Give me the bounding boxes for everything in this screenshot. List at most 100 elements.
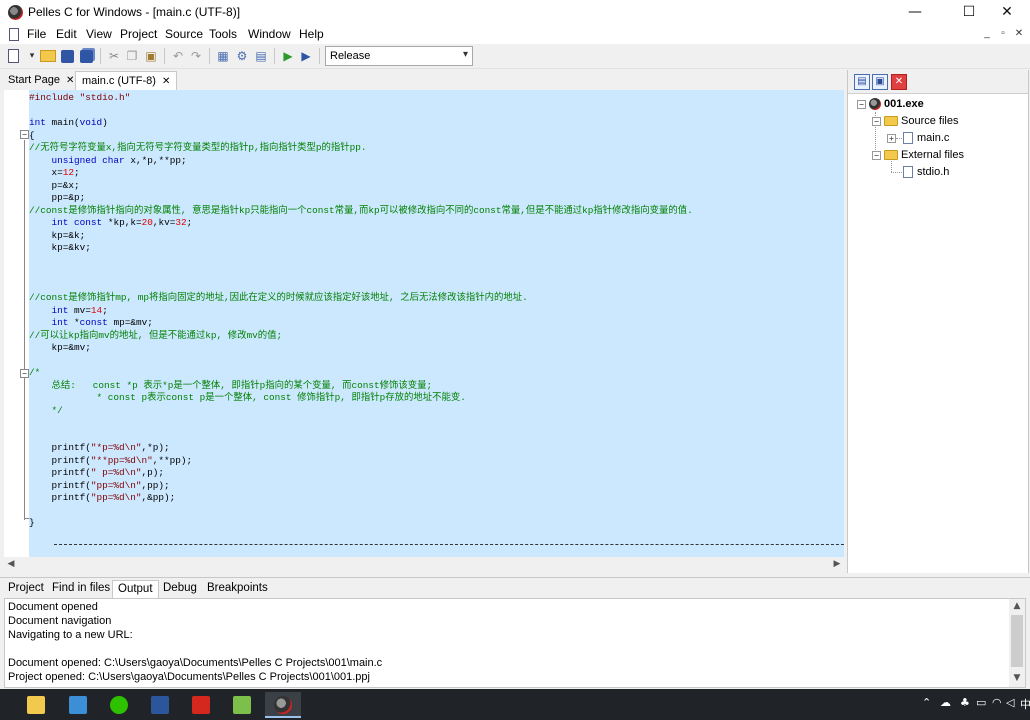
close-icon[interactable]: ✕: [66, 75, 74, 86]
code-line[interactable]: //可以让kp指向mv的地址, 但是不能通过kp, 修改mv的值;: [29, 330, 693, 343]
tree-folder-external[interactable]: External files: [884, 149, 964, 161]
taskbar-control-panel[interactable]: [60, 692, 96, 718]
source-code[interactable]: #include "stdio.h" int main(void){//无符号字符…: [29, 92, 693, 530]
code-line[interactable]: kp=&mv;: [29, 342, 693, 355]
menu-project[interactable]: Project: [120, 27, 157, 41]
code-line[interactable]: #include "stdio.h": [29, 92, 693, 105]
add-files-icon[interactable]: ▣: [872, 74, 888, 90]
close-icon[interactable]: ✕: [162, 76, 170, 87]
tab-breakpoints[interactable]: Breakpoints: [202, 580, 273, 599]
code-line[interactable]: kp=&kv;: [29, 242, 693, 255]
taskbar-file-explorer[interactable]: [18, 692, 54, 718]
menu-window[interactable]: Window: [248, 27, 291, 41]
menu-tools[interactable]: Tools: [209, 27, 237, 41]
redo-icon[interactable]: ↷: [188, 48, 204, 64]
code-line[interactable]: x=12;: [29, 167, 693, 180]
code-line[interactable]: /*: [29, 367, 693, 380]
tree-collapse-icon[interactable]: −: [857, 100, 866, 109]
code-line[interactable]: //const是修饰指针mp, mp将指向固定的地址,因此在定义的时候就应该指定…: [29, 292, 693, 305]
code-line[interactable]: printf("**pp=%d\n",**pp);: [29, 455, 693, 468]
save-icon[interactable]: [61, 50, 74, 63]
tab-start-page[interactable]: Start Page ✕: [2, 71, 80, 90]
cut-icon[interactable]: ✂: [106, 48, 122, 64]
code-line[interactable]: p=&x;: [29, 180, 693, 193]
taskbar-notepad[interactable]: [224, 692, 260, 718]
close-button[interactable]: ✕: [984, 0, 1030, 25]
document-icon[interactable]: [9, 28, 19, 41]
code-line[interactable]: [29, 505, 693, 518]
code-line[interactable]: 总结: const *p 表示*p是一个整体, 即指针p指向的某个变量, 而co…: [29, 380, 693, 393]
code-line[interactable]: printf("pp=%d\n",&pp);: [29, 492, 693, 505]
network-icon[interactable]: ▭: [976, 696, 986, 709]
properties-icon[interactable]: ▤: [854, 74, 870, 90]
code-line[interactable]: * const p表示const p是一个整体, const 修饰指针p, 即指…: [29, 392, 693, 405]
code-line[interactable]: [29, 355, 693, 368]
output-vertical-scrollbar[interactable]: ▲ ▼: [1009, 599, 1025, 687]
execute-icon[interactable]: ▶: [280, 48, 296, 64]
rebuild-icon[interactable]: ▤: [253, 48, 269, 64]
code-line[interactable]: [29, 267, 693, 280]
output-pane[interactable]: Document opened Document navigation Navi…: [4, 598, 1026, 688]
mdi-restore-button[interactable]: ▫: [996, 27, 1010, 41]
code-line[interactable]: printf(" p=%d\n",p);: [29, 467, 693, 480]
tab-main-c[interactable]: main.c (UTF-8) ✕: [75, 71, 178, 90]
code-line[interactable]: */: [29, 405, 693, 418]
new-dropdown-icon[interactable]: ▾: [24, 48, 40, 64]
build-icon[interactable]: ⚙: [234, 48, 250, 64]
code-line[interactable]: int main(void): [29, 117, 693, 130]
code-line[interactable]: int *const mp=&mv;: [29, 317, 693, 330]
code-line[interactable]: [29, 280, 693, 293]
scrollbar-thumb[interactable]: [1011, 615, 1023, 667]
scroll-down-icon[interactable]: ▼: [1010, 672, 1024, 685]
tab-project[interactable]: Project: [3, 580, 49, 599]
debug-icon[interactable]: ▶: [298, 48, 314, 64]
menu-file[interactable]: File: [27, 27, 46, 41]
tray-chevron-up-icon[interactable]: ⌃: [922, 696, 931, 709]
tree-collapse-icon[interactable]: −: [872, 117, 881, 126]
scroll-left-icon[interactable]: ◀: [4, 558, 18, 571]
code-line[interactable]: pp=&p;: [29, 192, 693, 205]
editor-horizontal-scrollbar[interactable]: ◀ ▶: [4, 557, 844, 572]
volume-icon[interactable]: ◁: [1006, 696, 1014, 709]
tab-debug[interactable]: Debug: [158, 580, 202, 599]
tree-folder-source[interactable]: Source files: [884, 115, 958, 127]
mdi-close-button[interactable]: ✕: [1012, 27, 1026, 41]
taskbar-wechat[interactable]: [101, 692, 137, 718]
wifi-icon[interactable]: ◠: [992, 696, 1002, 709]
code-line[interactable]: //const是修饰指针指向的对象属性, 意思是指针kp只能指向一个const常…: [29, 205, 693, 218]
tree-file-stdio-h[interactable]: stdio.h: [903, 166, 949, 179]
open-folder-icon[interactable]: [40, 50, 56, 62]
undo-icon[interactable]: ↶: [170, 48, 186, 64]
tree-expand-icon[interactable]: +: [887, 134, 896, 143]
mdi-minimize-button[interactable]: _: [980, 27, 994, 41]
configuration-select[interactable]: Release ▾: [325, 46, 473, 66]
remove-icon[interactable]: ✕: [891, 74, 907, 90]
qq-icon[interactable]: ♣: [960, 696, 970, 709]
save-all-icon[interactable]: [80, 50, 93, 63]
code-editor[interactable]: − − #include "stdio.h" int main(void){//无…: [4, 90, 844, 557]
cloud-icon[interactable]: ☁: [940, 696, 951, 709]
code-line[interactable]: kp=&k;: [29, 230, 693, 243]
code-line[interactable]: unsigned char x,*p,**pp;: [29, 155, 693, 168]
code-line[interactable]: printf("pp=%d\n",pp);: [29, 480, 693, 493]
new-file-icon[interactable]: [8, 49, 19, 63]
menu-help[interactable]: Help: [299, 27, 324, 41]
code-line[interactable]: [29, 255, 693, 268]
menu-source[interactable]: Source: [165, 27, 203, 41]
code-line[interactable]: printf("*p=%d\n",*p);: [29, 442, 693, 455]
input-method-indicator[interactable]: 中: [1020, 696, 1030, 712]
code-line[interactable]: {: [29, 130, 693, 143]
fold-collapse-icon[interactable]: −: [20, 369, 29, 378]
code-line[interactable]: int mv=14;: [29, 305, 693, 318]
menu-view[interactable]: View: [86, 27, 112, 41]
code-line[interactable]: int const *kp,k=20,kv=32;: [29, 217, 693, 230]
tree-file-main-c[interactable]: main.c: [903, 132, 949, 145]
fold-collapse-icon[interactable]: −: [20, 130, 29, 139]
code-selection-area[interactable]: #include "stdio.h" int main(void){//无符号字符…: [29, 90, 844, 557]
code-line[interactable]: //无符号字符变量x,指向无符号字符变量类型的指针p,指向指针类型p的指针pp.: [29, 142, 693, 155]
taskbar-word[interactable]: [142, 692, 178, 718]
paste-icon[interactable]: ▣: [143, 48, 159, 64]
tree-collapse-icon[interactable]: −: [872, 151, 881, 160]
copy-icon[interactable]: ❐: [124, 48, 140, 64]
code-line[interactable]: [29, 430, 693, 443]
